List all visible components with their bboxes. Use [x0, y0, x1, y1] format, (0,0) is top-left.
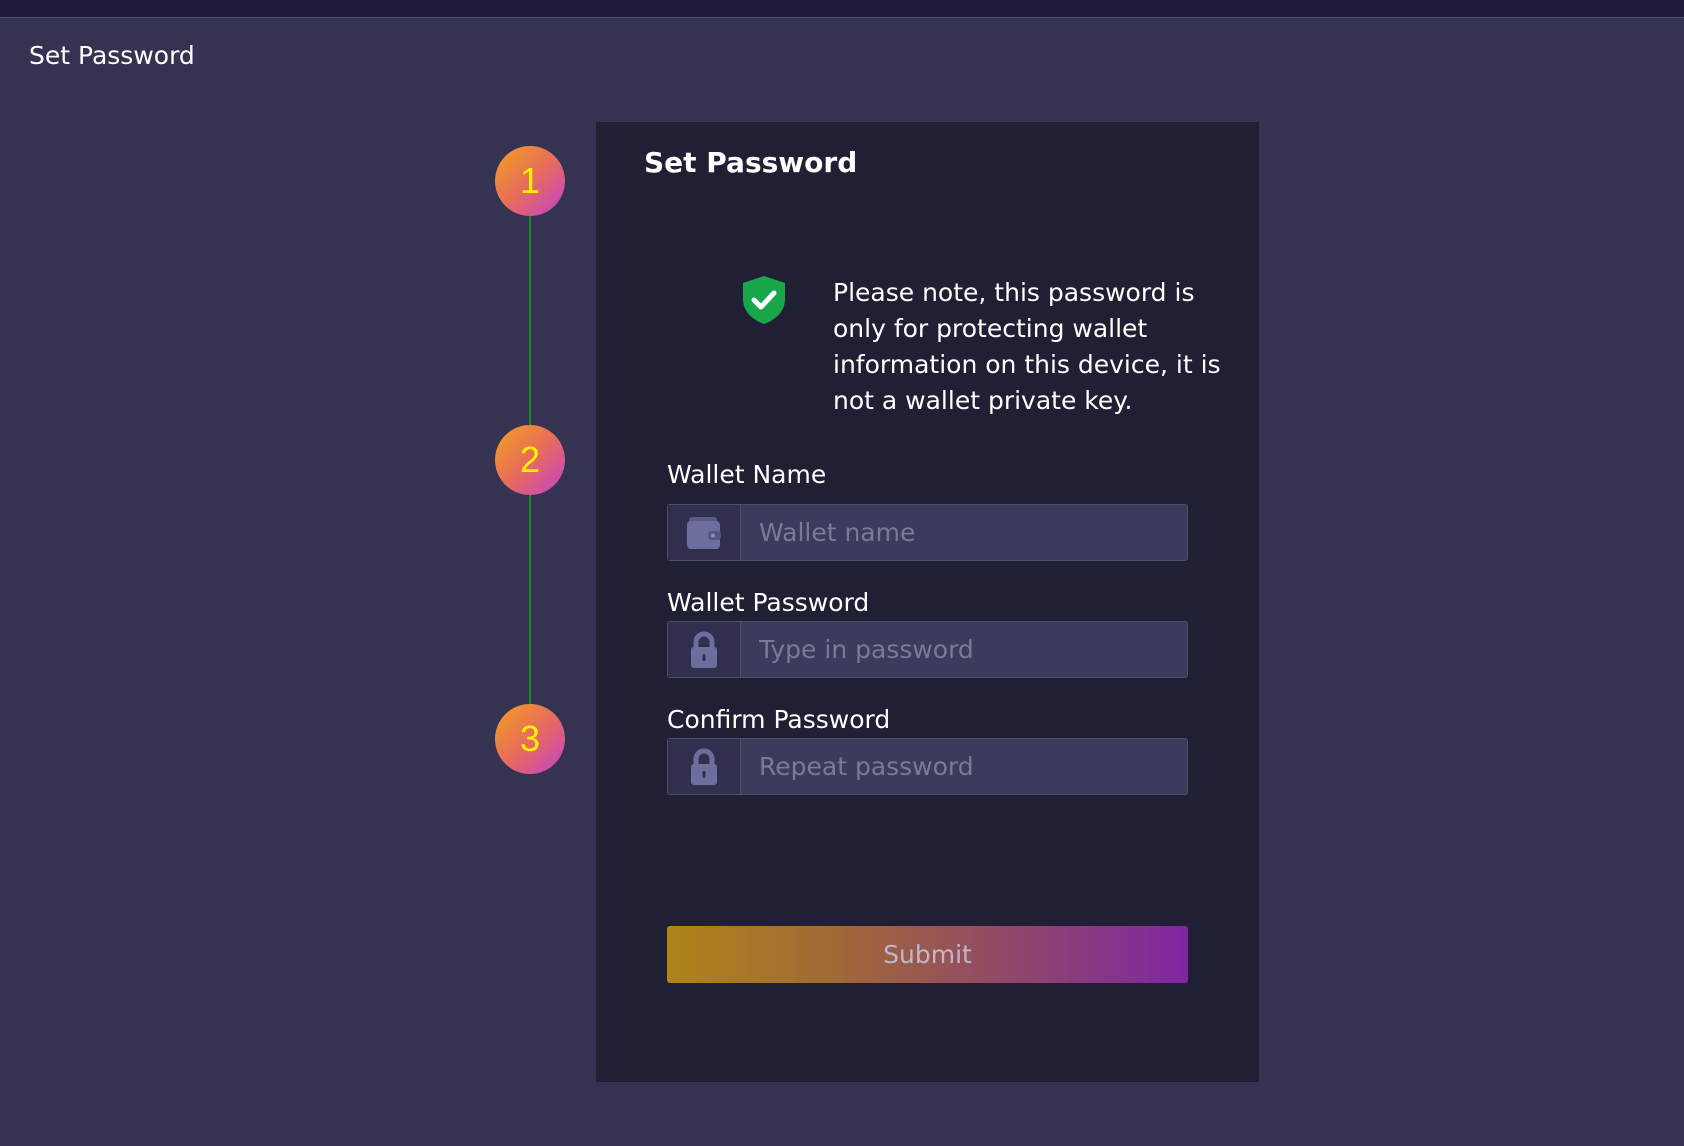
- step-1-circle: 1: [495, 146, 565, 216]
- submit-button[interactable]: Submit: [667, 926, 1188, 983]
- password-notice: Please note, this password is only for p…: [833, 278, 1221, 415]
- shield-check-icon: [742, 275, 786, 325]
- wallet-password-field: [667, 621, 1188, 678]
- page-title: Set Password: [29, 41, 195, 70]
- step-1-number: 1: [519, 160, 541, 201]
- wallet-name-input[interactable]: [741, 505, 1187, 560]
- wallet-password-label: Wallet Password: [667, 588, 870, 617]
- step-2-circle: 2: [495, 425, 565, 495]
- card-title: Set Password: [644, 146, 858, 179]
- progress-stepper: 1 2 3: [495, 146, 565, 776]
- confirm-password-field: [667, 738, 1188, 795]
- step-3-circle: 3: [495, 704, 565, 774]
- wallet-icon: [668, 505, 741, 560]
- step-2-number: 2: [519, 439, 541, 480]
- lock-icon: [668, 622, 741, 677]
- confirm-password-label: Confirm Password: [667, 705, 891, 734]
- lock-icon: [668, 739, 741, 794]
- step-3-number: 3: [519, 718, 541, 759]
- wallet-password-input[interactable]: [741, 622, 1187, 677]
- set-password-card: Set Password Please note, this password …: [596, 122, 1259, 1082]
- wallet-name-field: [667, 504, 1188, 561]
- wallet-name-label: Wallet Name: [667, 460, 827, 489]
- confirm-password-input[interactable]: [741, 739, 1187, 794]
- top-bar: [0, 0, 1684, 18]
